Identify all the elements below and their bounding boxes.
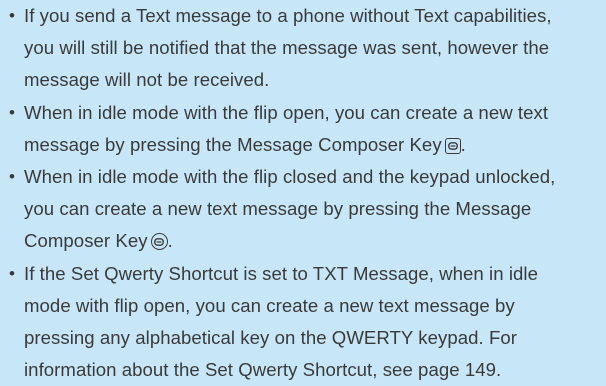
note-line: message will not be received. [24,69,270,91]
note-line: message by pressing the Message Composer… [24,133,442,155]
note-line: information about the Set Qwerty Shortcu… [24,359,502,381]
note-line: If you send a Text message to a phone wi… [24,5,552,26]
note-line: you will still be notified that the mess… [24,37,550,59]
note-line: you can create a new text message by pre… [24,198,532,220]
note-line: pressing any alphabetical key on the QWE… [24,327,517,349]
note-item-text-capabilities: • If you send a Text message to a phone … [8,0,598,97]
note-line: mode with flip open, you can create a ne… [24,294,515,316]
note-item-flip-closed: • When in idle mode with the flip closed… [8,161,598,258]
note-line: When in idle mode with the flip closed a… [24,166,556,188]
note-line-end: . [460,133,466,155]
bullet-icon: • [9,6,16,25]
bullet-icon: • [9,102,16,122]
note-item-flip-open: • When in idle mode with the flip open, … [8,97,598,161]
message-composer-key-square-icon [444,137,461,154]
note-line: If the Set Qwerty Shortcut is set to TXT… [24,262,538,284]
bullet-icon: • [9,167,16,187]
note-line: Composer Key [24,230,148,252]
bullet-icon: • [9,263,16,283]
note-item-qwerty-shortcut: • If the Set Qwerty Shortcut is set to T… [8,258,598,386]
note-line: When in idle mode with the flip open, yo… [24,101,549,123]
notes-panel: • If you send a Text message to a phone … [0,0,606,380]
message-composer-key-round-icon [150,233,168,251]
note-line-end: . [167,230,173,252]
notes-list: • If you send a Text message to a phone … [8,0,598,386]
